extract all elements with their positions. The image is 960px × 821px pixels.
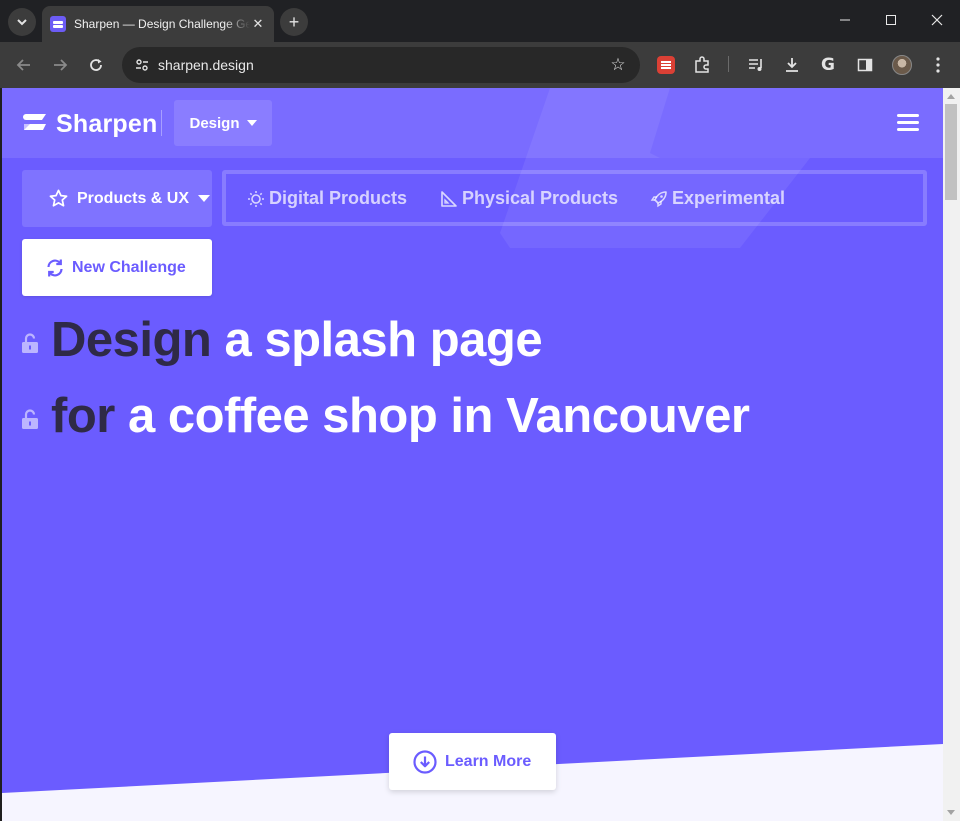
page-scrollbar[interactable] [943, 88, 960, 821]
profile-avatar[interactable] [890, 53, 914, 77]
extensions-icon[interactable] [690, 53, 714, 77]
site-info-icon[interactable] [130, 53, 154, 77]
toolbar-separator [728, 56, 729, 72]
browser-toolbar: sharpen.design ☆ G [0, 42, 960, 88]
back-button[interactable] [10, 51, 38, 79]
browser-tab[interactable]: Sharpen — Design Challenge Generator ✕ [42, 6, 274, 42]
google-icon[interactable]: G [816, 53, 840, 77]
tab-search-button[interactable] [8, 8, 36, 36]
close-window-button[interactable] [914, 0, 960, 40]
new-tab-button[interactable]: + [280, 8, 308, 36]
scroll-down-arrow-icon[interactable] [947, 810, 955, 815]
todoist-extension-icon[interactable] [654, 53, 678, 77]
maximize-button[interactable] [868, 0, 914, 40]
reload-button[interactable] [82, 51, 110, 79]
forward-button[interactable] [46, 51, 74, 79]
download-icon[interactable] [780, 53, 804, 77]
learn-more-button[interactable]: Learn More [389, 733, 556, 790]
scroll-up-arrow-icon[interactable] [947, 94, 955, 99]
minimize-icon [840, 19, 850, 21]
bottom-section-wedge [2, 744, 943, 821]
reload-icon [90, 59, 102, 71]
back-icon [16, 59, 30, 71]
tab-strip: Sharpen — Design Challenge Generator ✕ + [0, 0, 960, 42]
learn-more-label: Learn More [445, 752, 532, 770]
page-viewport: Sharpen Design Products & UX Digital Pro… [2, 88, 943, 821]
plus-icon: + [288, 11, 300, 32]
minimize-button[interactable] [822, 0, 868, 40]
media-controls-icon[interactable] [744, 53, 768, 77]
forward-icon [54, 59, 68, 71]
tab-close-icon[interactable]: ✕ [250, 16, 266, 32]
more-menu-icon[interactable] [926, 53, 950, 77]
address-bar[interactable]: sharpen.design ☆ [122, 47, 640, 83]
scrollbar-thumb[interactable] [945, 104, 957, 200]
sharpen-favicon-icon [50, 16, 66, 32]
bookmark-star-icon[interactable]: ☆ [606, 53, 630, 77]
maximize-icon [886, 15, 896, 25]
arrow-down-circle-icon [413, 749, 437, 774]
close-icon [931, 14, 943, 26]
url-text: sharpen.design [158, 57, 254, 73]
side-panel-icon[interactable] [853, 53, 877, 77]
tab-title: Sharpen — Design Challenge Generator [74, 17, 250, 31]
chevron-down-icon [17, 19, 27, 26]
